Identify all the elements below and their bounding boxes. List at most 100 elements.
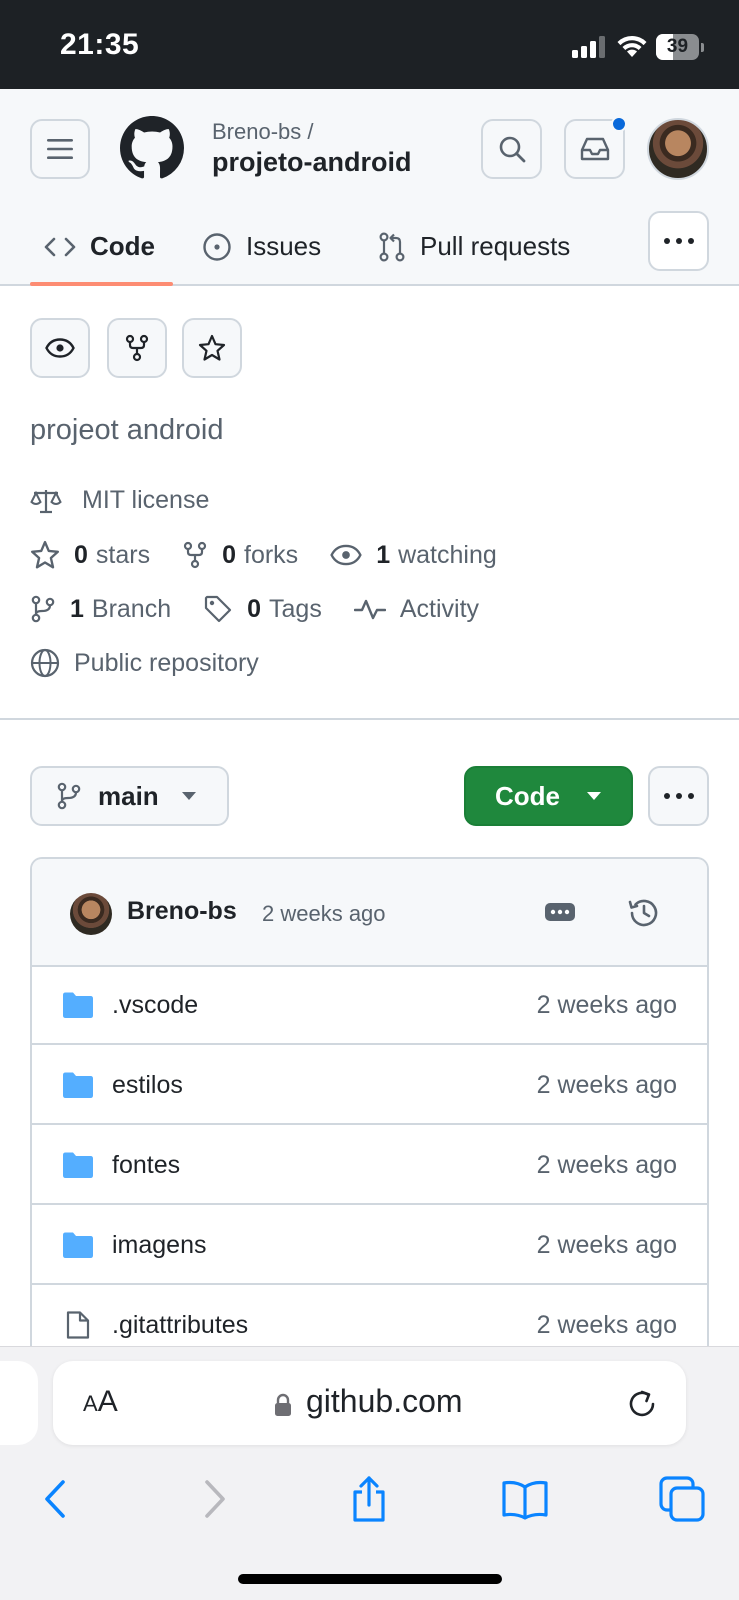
tags-link[interactable]: 0 Tags [203,594,322,624]
repo-description: projeot android [30,414,224,446]
star-button[interactable] [182,318,242,378]
code-icon [44,237,76,256]
file-row[interactable]: imagens 2 weeks ago [32,1207,707,1285]
active-tab-underline [30,282,173,286]
commit-author-avatar[interactable] [70,893,112,935]
watch-button[interactable] [30,318,90,378]
signal-icon [572,36,605,58]
tab-pull-requests-label: Pull requests [420,231,571,261]
section-divider [0,718,739,720]
repo-refs: 1 Branch 0 Tags Activity [30,594,511,624]
search-icon [499,136,525,163]
battery-icon: 39 [656,34,704,60]
folder-icon [63,992,93,1018]
folder-icon [63,1232,93,1258]
hamburger-menu-button[interactable] [30,119,90,179]
search-button[interactable] [481,119,542,179]
tab-issues[interactable]: Issues [202,209,321,284]
watching-link[interactable]: 1 watching [330,541,497,570]
forks-label: forks [244,540,299,569]
tabs-icon[interactable] [658,1475,706,1523]
activity-link[interactable]: Activity [353,594,480,624]
star-icon [198,334,226,361]
git-branch-icon [57,782,81,810]
repo-stats: 0 stars 0 forks 1 watching [30,540,529,570]
status-bar: 21:35 39 [0,0,739,89]
forward-icon[interactable] [190,1475,238,1523]
address-bar[interactable]: AAAA github.com [53,1361,686,1445]
previous-tab-pill[interactable] [0,1361,38,1445]
commit-time: 2 weeks ago [262,901,386,926]
url-text[interactable]: github.com [306,1383,463,1420]
file-row[interactable]: .vscode 2 weeks ago [32,967,707,1045]
repo-tabs: Code Issues Pull requests [0,209,739,286]
repo-name-link[interactable]: projeto-android [212,147,411,178]
browser-toolbar: AAAA github.com [0,1346,739,1600]
caret-down-icon [181,792,196,800]
license-label: MIT license [82,486,210,514]
file-date: 2 weeks ago [536,991,677,1019]
globe-icon [30,648,60,678]
back-icon[interactable] [32,1475,80,1523]
history-icon[interactable] [626,895,662,931]
git-pull-request-icon [379,231,405,262]
commit-author[interactable]: Breno-bs [127,897,237,926]
visibility-info: Public repository [30,648,259,678]
branches-link[interactable]: 1 Branch [30,595,171,624]
tags-count: 0 [247,594,262,623]
file-name[interactable]: estilos [112,1071,183,1100]
file-date: 2 weeks ago [536,1231,677,1259]
code-button-label: Code [495,780,560,811]
file-icon [66,1311,90,1339]
tab-issues-label: Issues [246,231,322,261]
file-name[interactable]: .vscode [112,991,198,1020]
user-avatar[interactable] [647,118,709,180]
code-download-button[interactable]: Code [464,766,633,826]
hamburger-menu-icon [47,139,73,159]
caret-down-icon [587,792,601,800]
branch-selector[interactable]: main [30,766,229,826]
notification-dot [611,116,627,132]
file-row[interactable]: estilos 2 weeks ago [32,1047,707,1125]
file-name[interactable]: .gitattributes [112,1311,248,1340]
branch-more-button[interactable] [648,766,709,826]
watching-count: 1 [376,540,391,569]
repo-owner-link[interactable]: Breno-bs / [212,119,314,145]
file-name[interactable]: fontes [112,1151,180,1180]
repo-forked-icon [125,334,149,362]
fork-button[interactable] [107,318,167,378]
tags-label: Tags [269,594,322,623]
app-header: Breno-bs / projeto-android [0,89,739,209]
ellipsis-icon[interactable] [544,901,576,923]
tab-code[interactable]: Code [44,209,155,284]
github-logo[interactable] [120,116,184,180]
share-icon[interactable] [345,1475,393,1523]
wifi-icon [617,35,647,57]
activity-label: Activity [399,594,480,623]
text-size-button[interactable]: AAAA [83,1385,118,1419]
forks-count: 0 [222,540,236,569]
star-icon [30,540,60,569]
forks-link[interactable]: 0 forks [182,541,298,570]
kebab-horizontal-icon [663,238,694,244]
home-indicator [238,1574,502,1584]
license-link[interactable]: MIT license [30,486,209,515]
tag-icon [205,595,232,623]
eye-icon [45,338,75,358]
eye-icon [330,544,362,566]
file-browser: Breno-bs 2 weeks ago .vscode 2 weeks ago… [30,857,709,1357]
file-date: 2 weeks ago [536,1071,677,1099]
file-name[interactable]: imagens [112,1231,207,1260]
bookmarks-icon[interactable] [501,1475,549,1523]
file-date: 2 weeks ago [536,1311,677,1339]
kebab-horizontal-icon [663,793,694,799]
file-row[interactable]: fontes 2 weeks ago [32,1127,707,1205]
issue-opened-icon [203,232,231,261]
lock-icon [275,1393,291,1416]
reload-icon[interactable] [625,1387,659,1421]
stars-link[interactable]: 0 stars [30,540,150,570]
folder-icon [63,1072,93,1098]
pulse-icon [353,599,386,620]
tab-pull-requests[interactable]: Pull requests [378,209,570,284]
tabs-more-button[interactable] [648,211,709,271]
